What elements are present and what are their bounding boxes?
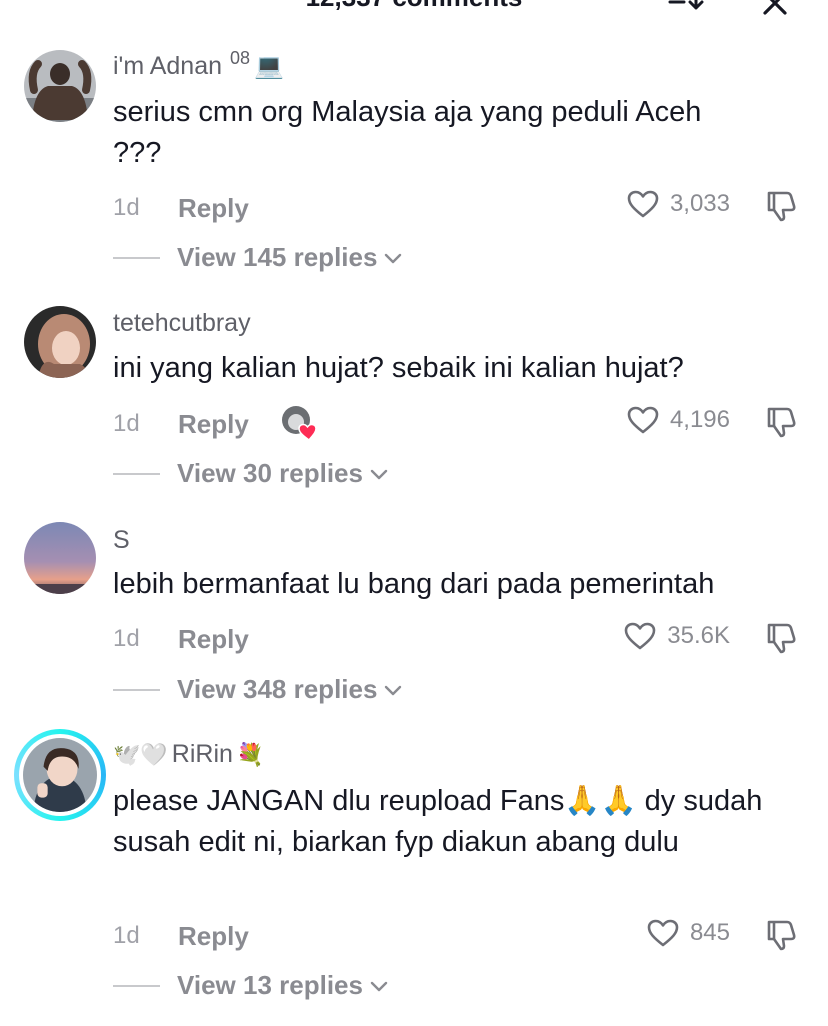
avatar[interactable] [24,306,96,378]
laptop-icon: 💻 [254,53,284,80]
heart-outline-icon [627,406,659,434]
username-text: S [113,526,130,554]
view-replies-label: View 348 replies [177,674,378,704]
view-replies-button[interactable]: View 13 replies [113,970,389,1001]
chevron-down-icon [385,253,402,263]
heart-outline-icon [627,190,659,218]
divider-line [113,256,160,259]
chevron-down-icon [370,469,388,479]
view-replies-button[interactable]: View 145 replies [113,242,403,273]
view-replies-label: View 13 replies [177,970,363,1000]
like-count: 845 [689,919,730,946]
reply-button[interactable]: Reply [178,624,249,655]
divider-line [113,984,160,987]
close-icon[interactable] [760,0,790,18]
thumbs-down-icon[interactable] [763,405,797,439]
bouquet-icon: 💐 [236,741,265,767]
like-button[interactable]: 845 [646,918,730,948]
comment-time: 1d [113,922,140,949]
username-text: tetehcutbray [113,309,251,337]
comment-username[interactable]: i'm Adnan 08 💻 [113,48,284,81]
comment-text: lebih bermanfaat lu bang dari pada pemer… [113,568,715,600]
comment-time: 1d [113,194,140,221]
chevron-down-icon [370,981,388,991]
comment-text: serius cmn org Malaysia aja yang peduli … [113,96,702,169]
divider-line [113,472,160,475]
like-count: 3,033 [669,190,730,217]
thumbs-down-icon[interactable] [763,189,797,223]
comment-username[interactable]: S [113,526,130,555]
sort-icon[interactable] [666,0,706,12]
dove-heart-icon: 🕊️🤍 [113,741,168,767]
username-text: RiRin [171,740,233,768]
comment-text: ini yang kalian hujat? sebaik ini kalian… [113,352,684,384]
thumbs-down-icon[interactable] [763,621,797,655]
avatar[interactable] [24,522,96,594]
comments-header: 12,337 comments [0,0,828,15]
comment-username[interactable]: tetehcutbray [113,309,251,338]
like-count: 35.6K [667,622,730,649]
reply-button[interactable]: Reply [178,409,249,440]
like-button[interactable]: 3,033 [626,189,730,219]
reply-button[interactable]: Reply [178,921,249,952]
avatar[interactable] [24,50,96,122]
like-button[interactable]: 35.6K [623,621,730,651]
avatar-story-ring[interactable] [14,729,106,821]
comment-time: 1d [113,410,140,437]
heart-outline-icon [647,919,679,947]
heart-outline-icon [624,622,656,650]
creator-liked-avatar [282,406,317,440]
chevron-down-icon [385,685,402,695]
thumbs-down-icon[interactable] [763,918,797,952]
comments-sheet: 12,337 comments i'm Adnan 08 💻 serius [0,0,828,1026]
like-button[interactable]: 4,196 [626,405,730,435]
divider-line [113,688,160,691]
username-text: i'm Adnan [113,52,223,80]
comment-text: please JANGAN dlu reupload Fans🙏🙏 dy sud… [113,785,763,858]
reply-button[interactable]: Reply [178,193,249,224]
view-replies-button[interactable]: View 348 replies [113,674,403,705]
avatar [23,738,97,812]
view-replies-label: View 145 replies [177,242,378,272]
comment-username[interactable]: 🕊️🤍 RiRin 💐 [113,740,264,769]
comment-time: 1d [113,625,140,652]
view-replies-button[interactable]: View 30 replies [113,458,389,489]
username-badge: 08 [230,48,251,68]
view-replies-label: View 30 replies [177,458,363,488]
like-count: 4,196 [669,406,730,433]
